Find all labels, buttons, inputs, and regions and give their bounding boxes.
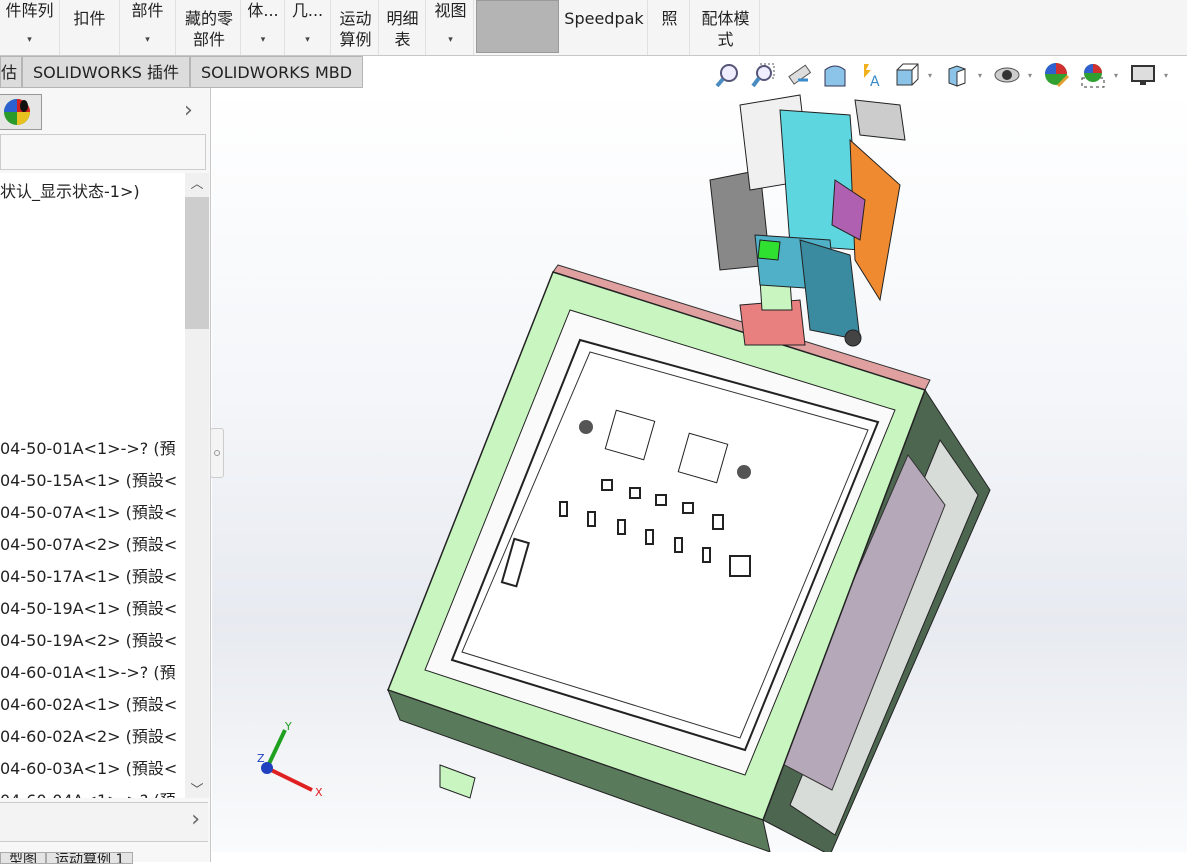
view-button[interactable]: 视图 ▾: [428, 0, 474, 55]
axis-triad: Y X Z: [257, 718, 327, 807]
assembly-model[interactable]: [212, 88, 1187, 856]
feature-tree: 状认_显示状态-1>) 04-50-01A<1>->? (預 04-50-15A<…: [0, 173, 185, 798]
chevron-down-icon[interactable]: ▾: [928, 71, 936, 80]
take-snapshot-button[interactable]: 照: [650, 0, 690, 55]
chevron-down-icon[interactable]: ▾: [120, 33, 175, 47]
chevron-down-icon[interactable]: ▾: [428, 33, 473, 47]
section-view-icon[interactable]: [820, 60, 850, 90]
tree-item[interactable]: 04-50-17A<1> (預設<: [0, 563, 177, 587]
show-hidden-components-button[interactable]: 藏的零 部件: [178, 0, 241, 55]
chevron-down-icon[interactable]: ▾: [242, 33, 284, 47]
new-motion-study-button[interactable]: 运动 算例: [333, 0, 379, 55]
view-orientation-icon[interactable]: [892, 60, 922, 90]
tree-item[interactable]: 04-50-15A<1> (預設<: [0, 467, 177, 491]
pattern-button[interactable]: 件阵列 ▾: [0, 0, 60, 55]
scroll-down-icon[interactable]: ﹀: [185, 779, 209, 798]
zoom-to-fit-icon[interactable]: [712, 60, 742, 90]
tree-item[interactable]: 04-60-02A<2> (預設<: [0, 723, 177, 747]
tab-evaluate[interactable]: 估: [0, 56, 23, 88]
tree-item[interactable]: 04-60-02A<1> (預設<: [0, 691, 177, 715]
hide-show-icon[interactable]: [992, 60, 1022, 90]
view-settings-icon[interactable]: [1128, 60, 1158, 90]
chevron-down-icon[interactable]: ▾: [978, 71, 986, 80]
fastener-button[interactable]: 扣件: [60, 0, 120, 55]
heads-up-view-toolbar: A ▾ ▾ ▾ ▾ ▾: [712, 60, 1172, 90]
chevron-down-icon[interactable]: ▾: [0, 33, 59, 47]
tree-item[interactable]: 04-50-07A<1> (預設<: [0, 499, 177, 523]
zoom-to-area-icon[interactable]: [748, 60, 778, 90]
feature-manager-panel: › 状认_显示状态-1>) 04-50-01A<1>->? (預 04-50-15…: [0, 88, 211, 862]
filter-input[interactable]: [0, 134, 206, 170]
scroll-up-icon[interactable]: ︿: [185, 173, 209, 192]
tab-model[interactable]: 型图: [0, 852, 46, 864]
chevron-down-icon[interactable]: ▾: [1028, 71, 1036, 80]
edit-appearance-icon[interactable]: [1042, 60, 1072, 90]
graphics-viewport[interactable]: Y X Z: [212, 88, 1187, 856]
appearance-globe-icon: [4, 99, 30, 125]
body-button[interactable]: 体... ▾: [242, 0, 285, 55]
display-style-icon[interactable]: [942, 60, 972, 90]
tree-item[interactable]: 04-60-04A<1>->? (預: [0, 787, 176, 798]
svg-text:A: A: [870, 74, 880, 88]
large-assembly-mode-button[interactable]: 配体模 式: [692, 0, 760, 55]
horizontal-scroll[interactable]: ›: [0, 802, 208, 842]
component-button[interactable]: 部件 ▾: [120, 0, 176, 55]
chevron-right-icon[interactable]: ›: [191, 807, 200, 832]
previous-view-icon[interactable]: [784, 60, 814, 90]
display-manager-tab[interactable]: [0, 94, 42, 130]
geometry-button[interactable]: 几... ▾: [285, 0, 331, 55]
scrollbar-thumb[interactable]: [185, 197, 209, 329]
tree-item[interactable]: 04-50-19A<1> (預設<: [0, 595, 177, 619]
chevron-down-icon[interactable]: ▾: [1164, 71, 1172, 80]
tab-solidworks-addins[interactable]: SOLIDWORKS 插件: [22, 56, 190, 88]
dynamic-annotation-icon[interactable]: A: [856, 60, 886, 90]
chevron-down-icon[interactable]: ▾: [285, 33, 330, 47]
chevron-down-icon[interactable]: ▾: [1114, 71, 1122, 80]
tree-item[interactable]: 04-50-19A<2> (預設<: [0, 627, 177, 651]
bottom-tabs: 型图 运动算例 1: [0, 852, 134, 864]
apply-scene-icon[interactable]: [1078, 60, 1108, 90]
tree-item[interactable]: 04-50-07A<2> (預設<: [0, 531, 177, 555]
chevron-right-icon[interactable]: ›: [184, 98, 193, 123]
bill-of-materials-button[interactable]: 明细 表: [380, 0, 426, 55]
tree-item[interactable]: 04-60-03A<1> (預設<: [0, 755, 177, 779]
tab-motion-study[interactable]: 运动算例 1: [46, 852, 134, 864]
instant3d-button[interactable]: [476, 0, 559, 53]
tree-item[interactable]: 04-60-01A<1>->? (預: [0, 659, 176, 683]
command-manager-ribbon: 件阵列 ▾ 扣件 部件 ▾ 藏的零 部件 体... ▾ 几... ▾ 运动 算例 明细 …: [0, 0, 1187, 56]
tree-item[interactable]: 04-50-01A<1>->? (預: [0, 435, 176, 459]
tree-root[interactable]: 状认_显示状态-1>): [0, 178, 140, 202]
panel-collapse-handle[interactable]: [210, 428, 224, 478]
update-speedpak-button[interactable]: Speedpak: [561, 0, 648, 55]
command-tabs: 估 SOLIDWORKS 插件 SOLIDWORKS MBD: [0, 56, 378, 88]
tab-solidworks-mbd[interactable]: SOLIDWORKS MBD: [190, 56, 364, 88]
vertical-scrollbar[interactable]: ︿ ﹀: [185, 173, 209, 798]
